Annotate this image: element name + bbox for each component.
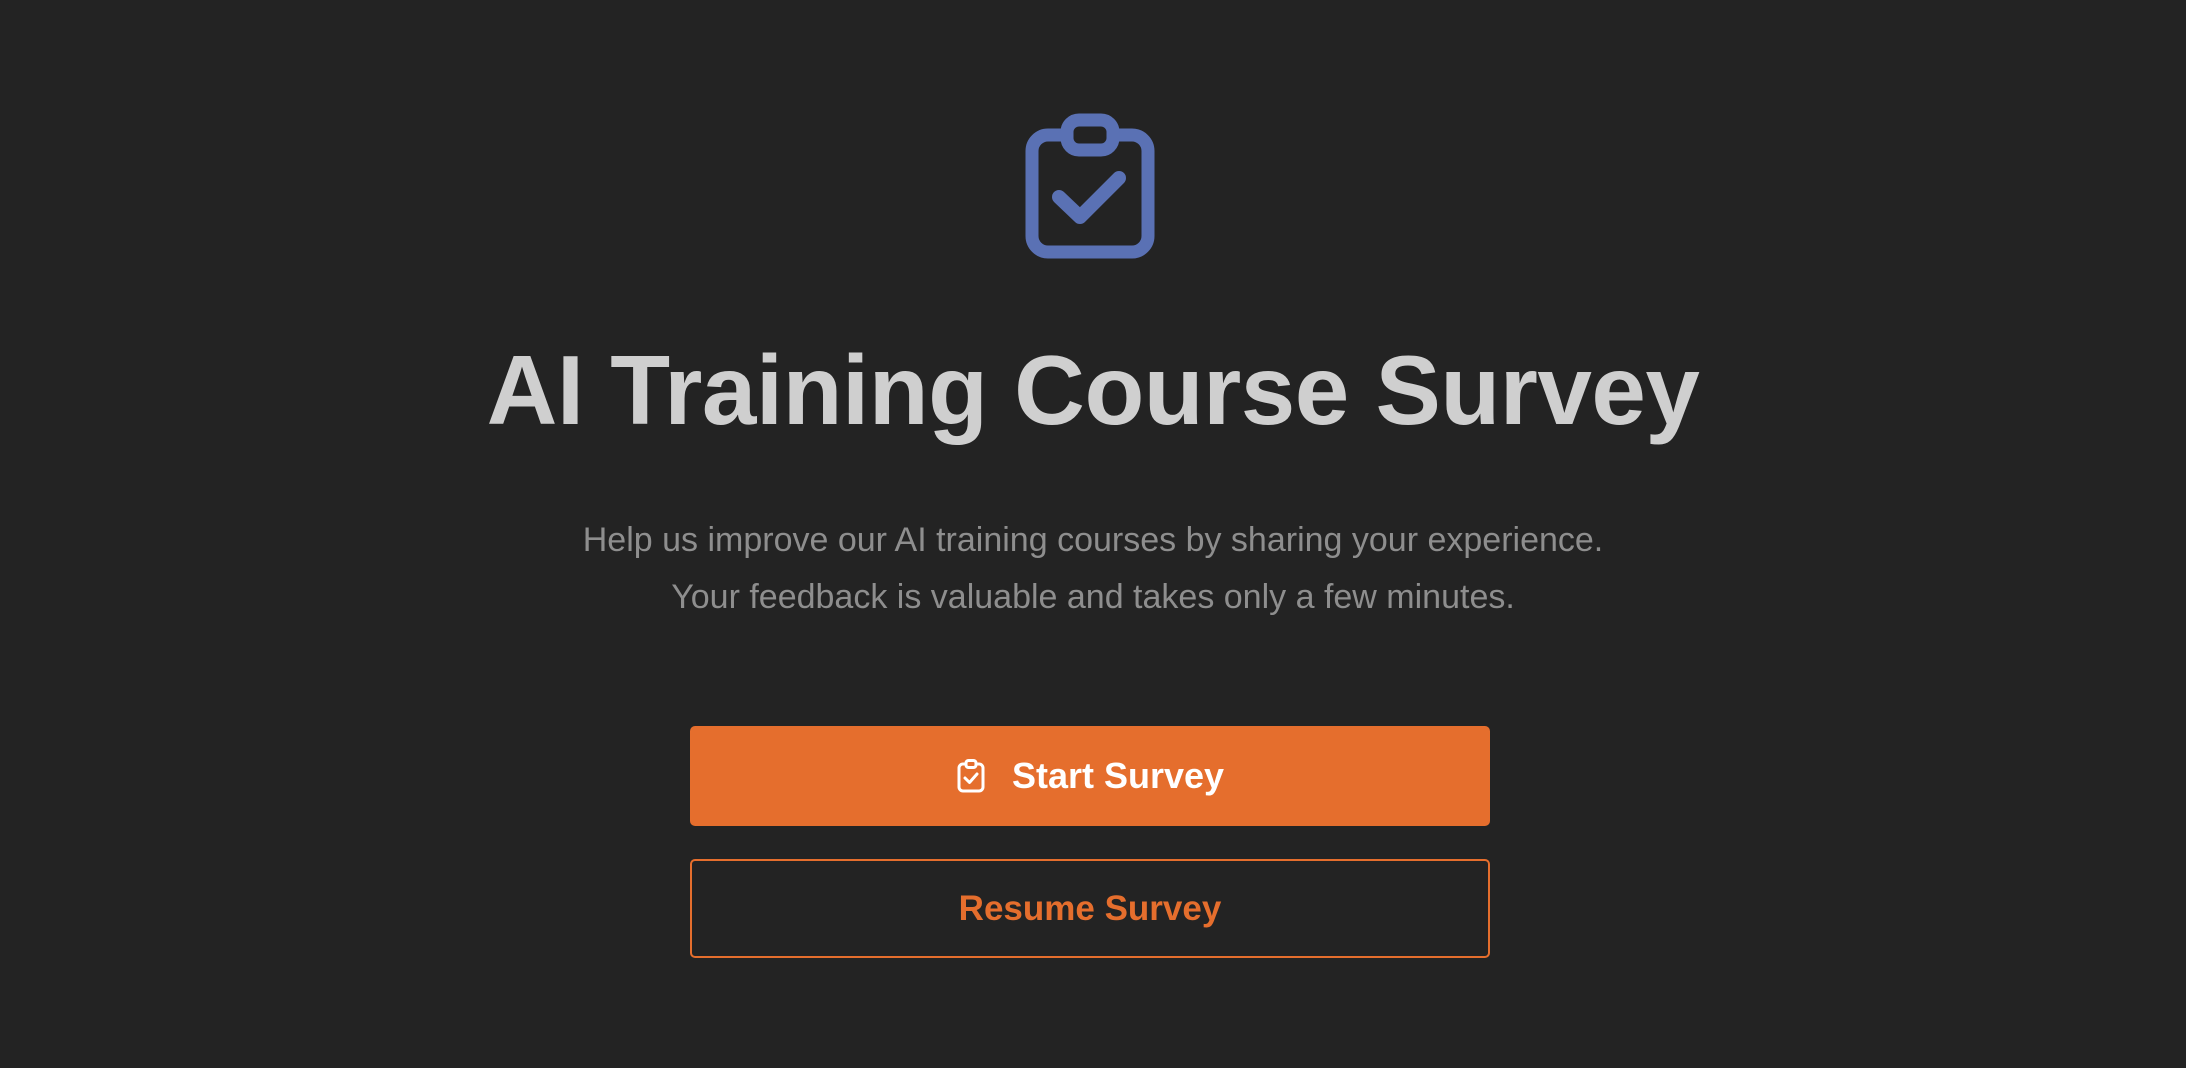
description-line-2: Your feedback is valuable and takes only… xyxy=(671,578,1515,616)
page-description: Help us improve our AI training courses … xyxy=(0,512,2186,626)
resume-survey-button[interactable]: Resume Survey xyxy=(690,859,1490,958)
resume-survey-label: Resume Survey xyxy=(958,888,1222,928)
start-survey-label: Start Survey xyxy=(1011,755,1225,796)
clipboard-check-icon xyxy=(956,758,986,794)
clipboard-check-icon xyxy=(1025,113,1155,259)
start-survey-button[interactable]: Start Survey xyxy=(690,726,1490,826)
description-line-1: Help us improve our AI training courses … xyxy=(582,521,1604,559)
page-title: AI Training Course Survey xyxy=(486,335,1700,445)
